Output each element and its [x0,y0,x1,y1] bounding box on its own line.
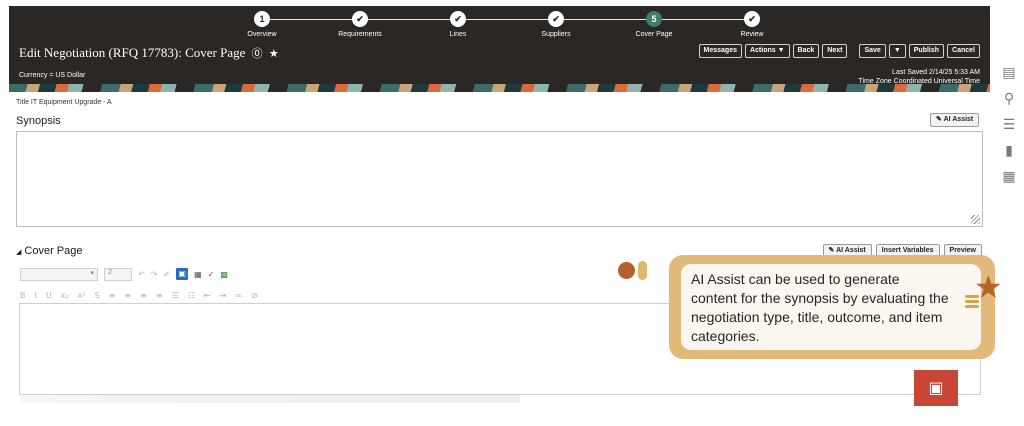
actions-button[interactable]: Actions ▼ [744,44,790,58]
justify-icon[interactable]: ≡ [156,291,163,300]
search-icon[interactable]: ⚲ [998,90,1020,108]
calendar-icon[interactable]: ▦ [998,168,1020,186]
check-icon: ✔ [352,11,368,27]
link-icon[interactable]: ∞ [235,291,242,300]
decor-circle [618,262,635,279]
check-icon: ✔ [744,11,760,27]
subscript-icon[interactable]: x₂ [61,291,69,300]
indent-icon[interactable]: ⇥ [220,291,227,300]
currency-text: Currency = US Dollar [19,72,86,79]
header-actions: Messages Actions ▼ Back Next Save ▼ Publ… [698,44,980,58]
wand-icon: ✎ [828,247,837,254]
cancel-button[interactable]: Cancel [947,44,980,58]
negotiation-title: Title IT Equipment Upgrade - A [16,99,112,106]
align-left-icon[interactable]: ≡ [109,291,116,300]
app-root: 1 Overview ✔ Requirements ✔ Lines ✔ Supp… [0,0,1024,426]
stop-label: Review [740,31,764,38]
stop-label: Suppliers [541,31,571,38]
outdent-icon[interactable]: ⇤ [204,291,211,300]
bold-icon[interactable]: B [20,291,26,300]
save-button[interactable]: Save [859,44,886,58]
source-view-icon[interactable]: ▣ [176,268,189,280]
divider [850,44,856,58]
cover-page-section-header[interactable]: ◢ Cover Page [16,245,82,257]
callout-text: AI Assist can be used to generate conten… [691,271,949,344]
collapse-icon: ◢ [16,249,22,256]
clear-format-icon[interactable]: ✐ [163,270,170,279]
italic-icon[interactable]: I [35,291,37,300]
table-icon[interactable]: ▦ [194,270,202,279]
resize-handle[interactable] [971,215,980,224]
stop-label: Lines [449,31,467,38]
font-size-select[interactable]: 2 [104,267,132,281]
cover-page-label: Cover Page [24,245,83,257]
chat-icon: ▣ [928,378,944,397]
chart-icon[interactable]: ▮ [998,142,1020,160]
callout-body: AI Assist can be used to generate conten… [681,264,981,350]
back-button[interactable]: Back [792,44,820,58]
train-stops: 1 Overview ✔ Requirements ✔ Lines ✔ Supp… [247,11,763,47]
align-right-icon[interactable]: ≡ [140,291,147,300]
align-center-icon[interactable]: ≡ [124,291,131,300]
decor-pill [638,261,647,280]
page-title: Edit Negotiation (RFQ 17783): Cover Page… [19,45,279,61]
font-size-value: 2 [108,268,112,276]
stop-marker: 1 [254,11,270,27]
page-header: 1 Overview ✔ Requirements ✔ Lines ✔ Supp… [9,6,990,92]
right-rail: ▤ ⚲ ☰ ▮ ▦ [998,64,1020,194]
save-menu-button[interactable]: ▼ [888,44,906,58]
editor-toolbar-format: B I U x₂ x² S ≡ ≡ ≡ ≡ ☰ ☷ ⇤ ⇥ ∞ ⊘ [20,289,660,301]
check-icon: ✔ [548,11,564,27]
page-title-text: Edit Negotiation (RFQ 17783): Cover Page [19,45,246,60]
unlink-icon[interactable]: ⊘ [251,291,258,300]
ai-assist-label: AI Assist [836,247,866,254]
header-decoration [9,84,990,92]
faded-text-row [20,395,520,403]
strikethrough-icon[interactable]: S [95,291,100,300]
synopsis-label: Synopsis [16,115,61,127]
wand-icon: ✎ [936,116,944,123]
star-icon: ★ [974,268,1003,306]
next-button[interactable]: Next [822,44,848,58]
font-family-select[interactable]: ▾ [20,267,98,281]
document-icon[interactable]: ▤ [998,64,1020,82]
synopsis-ai-assist-button[interactable]: ✎ AI Assist [930,113,980,127]
chat-button[interactable]: ▣ [914,370,958,406]
stop-label: Cover Page [635,31,673,38]
underline-icon[interactable]: U [46,291,52,300]
color-grid-icon[interactable]: ▩ [220,270,228,279]
train-line [254,19,744,20]
publish-button[interactable]: Publish [908,44,945,58]
spellcheck-icon[interactable]: ✓ [208,270,215,279]
synopsis-textarea[interactable] [16,131,983,227]
help-icon[interactable]: ⓪ [252,47,263,60]
check-icon: ✔ [450,11,466,27]
tutorial-callout: AI Assist can be used to generate conten… [669,255,995,359]
messages-button[interactable]: Messages [698,44,742,58]
numbered-list-icon[interactable]: ☷ [188,291,195,300]
stop-label: Requirements [338,31,382,38]
stop-marker: 5 [646,11,662,27]
favorite-star-icon[interactable]: ★ [269,47,279,60]
list-icon[interactable]: ☰ [998,116,1020,134]
stop-label: Overview [247,31,277,38]
last-saved-text: Last Saved 2/14/25 5:33 AM [892,69,980,76]
redo-icon[interactable]: ↷ [151,270,158,279]
undo-icon[interactable]: ↶ [138,270,145,279]
callout-decoration [618,261,647,280]
ai-assist-label: AI Assist [943,116,974,123]
superscript-icon[interactable]: x² [78,291,86,300]
bullet-list-icon[interactable]: ☰ [172,291,179,300]
